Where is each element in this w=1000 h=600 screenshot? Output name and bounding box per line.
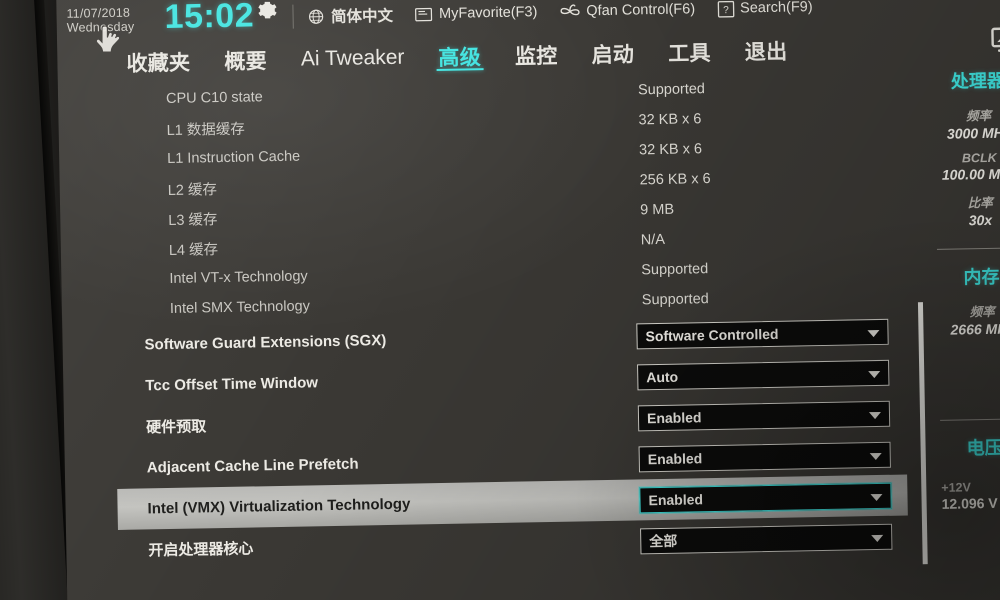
vmx-virtualization-dropdown[interactable]: Enabled <box>639 482 892 513</box>
voltage-readouts: +12V 12.096 V +5V 5 <box>937 471 1000 512</box>
cpu-frequency-value: 3000 MHz <box>946 124 1000 142</box>
datetime-block: 11/07/2018 Wednesday <box>64 5 161 36</box>
setting-label: CPU C10 state <box>165 89 263 108</box>
qfan-control-button[interactable]: Qfan Control(F6) <box>559 0 695 20</box>
adjacent-cache-line-prefetch-dropdown[interactable]: Enabled <box>638 441 891 472</box>
chevron-down-icon <box>868 370 881 378</box>
setting-label: Intel (VMX) Virtualization Technology <box>147 495 411 518</box>
setting-label: L3 缓存 <box>168 211 218 229</box>
setting-label: Adjacent Cache Line Prefetch <box>146 455 359 477</box>
search-label: Search(F9) <box>739 0 813 17</box>
setting-label: Tcc Offset Time Window <box>145 374 319 395</box>
tab-boot[interactable]: 启动 <box>574 38 651 69</box>
memory-frequency-value: 2666 MHz <box>950 320 1000 338</box>
question-box-icon: ? <box>717 0 734 18</box>
globe-icon <box>308 8 325 25</box>
myfavorite-label: MyFavorite(F3) <box>438 4 538 22</box>
setting-value: N/A <box>640 231 666 249</box>
dropdown-value: Auto <box>646 368 679 385</box>
voltage-12v: +12V 12.096 V <box>941 472 998 512</box>
chevron-down-icon <box>867 329 880 337</box>
setting-label: L4 缓存 <box>168 241 219 259</box>
dropdown-value: Enabled <box>647 449 703 467</box>
monitor-photo: 11/07/2018 Wednesday 15:02 简体中文 MyFavori… <box>0 0 1000 600</box>
bclk-label: BCLK <box>961 150 997 166</box>
cpu-ratio-value: 30x <box>968 211 993 229</box>
folder-icon <box>415 6 433 22</box>
hardware-prefetcher-dropdown[interactable]: Enabled <box>637 400 891 431</box>
cpu-section-title: 处理器 <box>950 70 1000 92</box>
divider <box>940 418 1000 421</box>
tab-tool[interactable]: 工具 <box>651 37 728 68</box>
voltage-12v-label: +12V <box>941 480 972 495</box>
dropdown-value: Enabled <box>646 408 702 426</box>
bios-screen: 11/07/2018 Wednesday 15:02 简体中文 MyFavori… <box>56 0 1000 600</box>
divider <box>936 247 1000 250</box>
bclk-value: 100.00 MHz <box>941 165 1000 183</box>
setting-label: Software Guard Extensions (SGX) <box>144 332 387 354</box>
setting-label: Intel SMX Technology <box>169 298 311 317</box>
setting-value: 256 KB x 6 <box>639 171 711 189</box>
tab-advanced[interactable]: 高级 <box>421 41 498 72</box>
tcc-offset-time-window-dropdown[interactable]: Auto <box>637 359 890 390</box>
dropdown-value: 全部 <box>649 532 678 549</box>
voltage-section-title: 电压 <box>966 437 1000 459</box>
memory-section-title: 内存 <box>963 266 1000 288</box>
chevron-down-icon <box>868 411 882 419</box>
settings-list: CPU C10 state Supported L1 数据缓存 32 KB x … <box>110 70 929 585</box>
setting-value: 32 KB x 6 <box>638 111 702 129</box>
setting-label: 硬件预取 <box>145 418 207 437</box>
chevron-down-icon <box>869 452 882 460</box>
setting-label: Intel VT-x Technology <box>169 268 308 287</box>
gear-icon[interactable] <box>257 0 279 26</box>
sgx-dropdown[interactable]: Software Controlled <box>636 318 889 349</box>
setting-value: 32 KB x 6 <box>638 141 703 159</box>
setting-value: 9 MB <box>640 201 675 219</box>
dropdown-value: Enabled <box>648 490 704 508</box>
weekday-text: Wednesday <box>66 19 135 35</box>
setting-label: L2 缓存 <box>167 181 218 199</box>
cpu-frequency-label: 频率 <box>965 108 992 124</box>
active-processor-cores-dropdown[interactable]: 全部 <box>640 523 893 554</box>
voltage-12v-value: 12.096 V <box>941 494 998 512</box>
setting-value: Supported <box>641 261 709 279</box>
setting-label: L1 Instruction Cache <box>167 148 301 167</box>
tab-monitor[interactable]: 监控 <box>498 40 575 71</box>
divider <box>292 4 295 29</box>
svg-text:?: ? <box>723 5 729 16</box>
setting-label: L1 数据缓存 <box>166 121 245 139</box>
memory-frequency-label: 频率 <box>969 304 995 320</box>
fan-icon <box>559 2 580 20</box>
cpu-ratio-label: 比率 <box>967 195 993 211</box>
language-selector[interactable]: 简体中文 <box>308 4 393 28</box>
tab-main[interactable]: 概要 <box>207 45 284 76</box>
tab-exit[interactable]: 退出 <box>727 35 804 66</box>
chevron-down-icon <box>870 493 883 501</box>
setting-value: Supported <box>641 291 709 309</box>
clock-text: 15:02 <box>164 0 255 37</box>
setting-label: 开启处理器核心 <box>148 540 254 560</box>
hardware-info-panel: 处理器 频率 3000 MHz BCLK 100.00 MHz 比率 30x 内… <box>930 60 1000 582</box>
setting-value: Supported <box>637 81 706 99</box>
search-button[interactable]: ? Search(F9) <box>717 0 813 18</box>
myfavorite-button[interactable]: MyFavorite(F3) <box>415 4 538 22</box>
dropdown-value: Software Controlled <box>645 325 779 344</box>
qfan-control-label: Qfan Control(F6) <box>586 1 696 20</box>
tab-ai-tweaker[interactable]: Ai Tweaker <box>284 45 422 72</box>
language-label: 简体中文 <box>330 7 394 26</box>
chevron-down-icon <box>871 534 884 542</box>
tab-favorites[interactable]: 收藏夹 <box>109 46 207 78</box>
